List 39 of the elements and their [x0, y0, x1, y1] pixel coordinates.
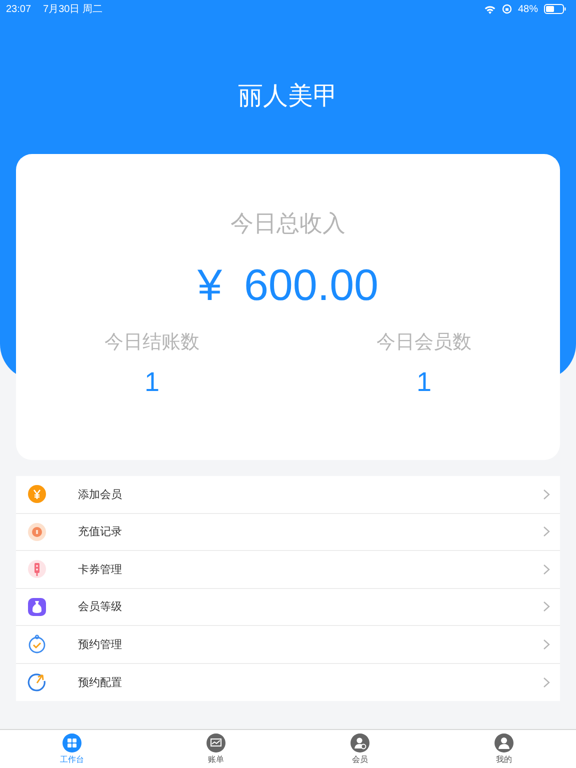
coin-icon	[27, 522, 47, 542]
tab-item[interactable]: 我的	[432, 730, 576, 768]
person-icon	[494, 733, 514, 753]
menu-item[interactable]: 会员等级	[16, 588, 560, 626]
tab-item[interactable]: 账单	[144, 730, 288, 768]
battery-icon	[544, 4, 566, 14]
status-time: 23:07	[6, 4, 32, 14]
stat-value: 1	[144, 367, 160, 398]
income-amount: 600.00	[244, 261, 379, 311]
bag-icon	[27, 596, 47, 617]
chart-icon	[206, 733, 226, 753]
menu-item[interactable]: 预约管理	[16, 626, 560, 664]
tab-item[interactable]: 会员	[288, 730, 432, 768]
stat-label: 今日会员数	[376, 330, 472, 355]
chevron-right-icon	[543, 564, 550, 575]
menu-item[interactable]: 预约配置	[16, 664, 560, 701]
chevron-right-icon	[543, 526, 550, 538]
battery-percent: 48%	[518, 4, 538, 14]
grid-icon	[62, 733, 82, 753]
arc-arrow-icon	[27, 672, 47, 692]
income-label: 今日总收入	[230, 210, 346, 239]
currency-symbol: ¥	[197, 261, 222, 311]
shop-title: 丽人美甲	[237, 80, 339, 112]
menu-item[interactable]: 充值记录	[16, 514, 560, 551]
coin-icon	[27, 484, 47, 504]
chevron-right-icon	[543, 601, 550, 612]
menu-item[interactable]: 卡券管理	[16, 551, 560, 588]
wifi-icon	[484, 4, 496, 14]
timer-icon	[27, 634, 47, 654]
stat-label: 今日结账数	[104, 330, 200, 355]
chevron-right-icon	[543, 676, 550, 688]
stat-value: 1	[416, 367, 432, 398]
ticket-icon	[27, 559, 47, 580]
member-icon	[350, 733, 370, 753]
chevron-right-icon	[543, 488, 550, 500]
status-date: 7月30日 周二	[43, 3, 102, 16]
chevron-right-icon	[543, 638, 550, 650]
rotation-lock-icon	[502, 4, 512, 14]
menu-item[interactable]: 添加会员	[16, 476, 560, 514]
